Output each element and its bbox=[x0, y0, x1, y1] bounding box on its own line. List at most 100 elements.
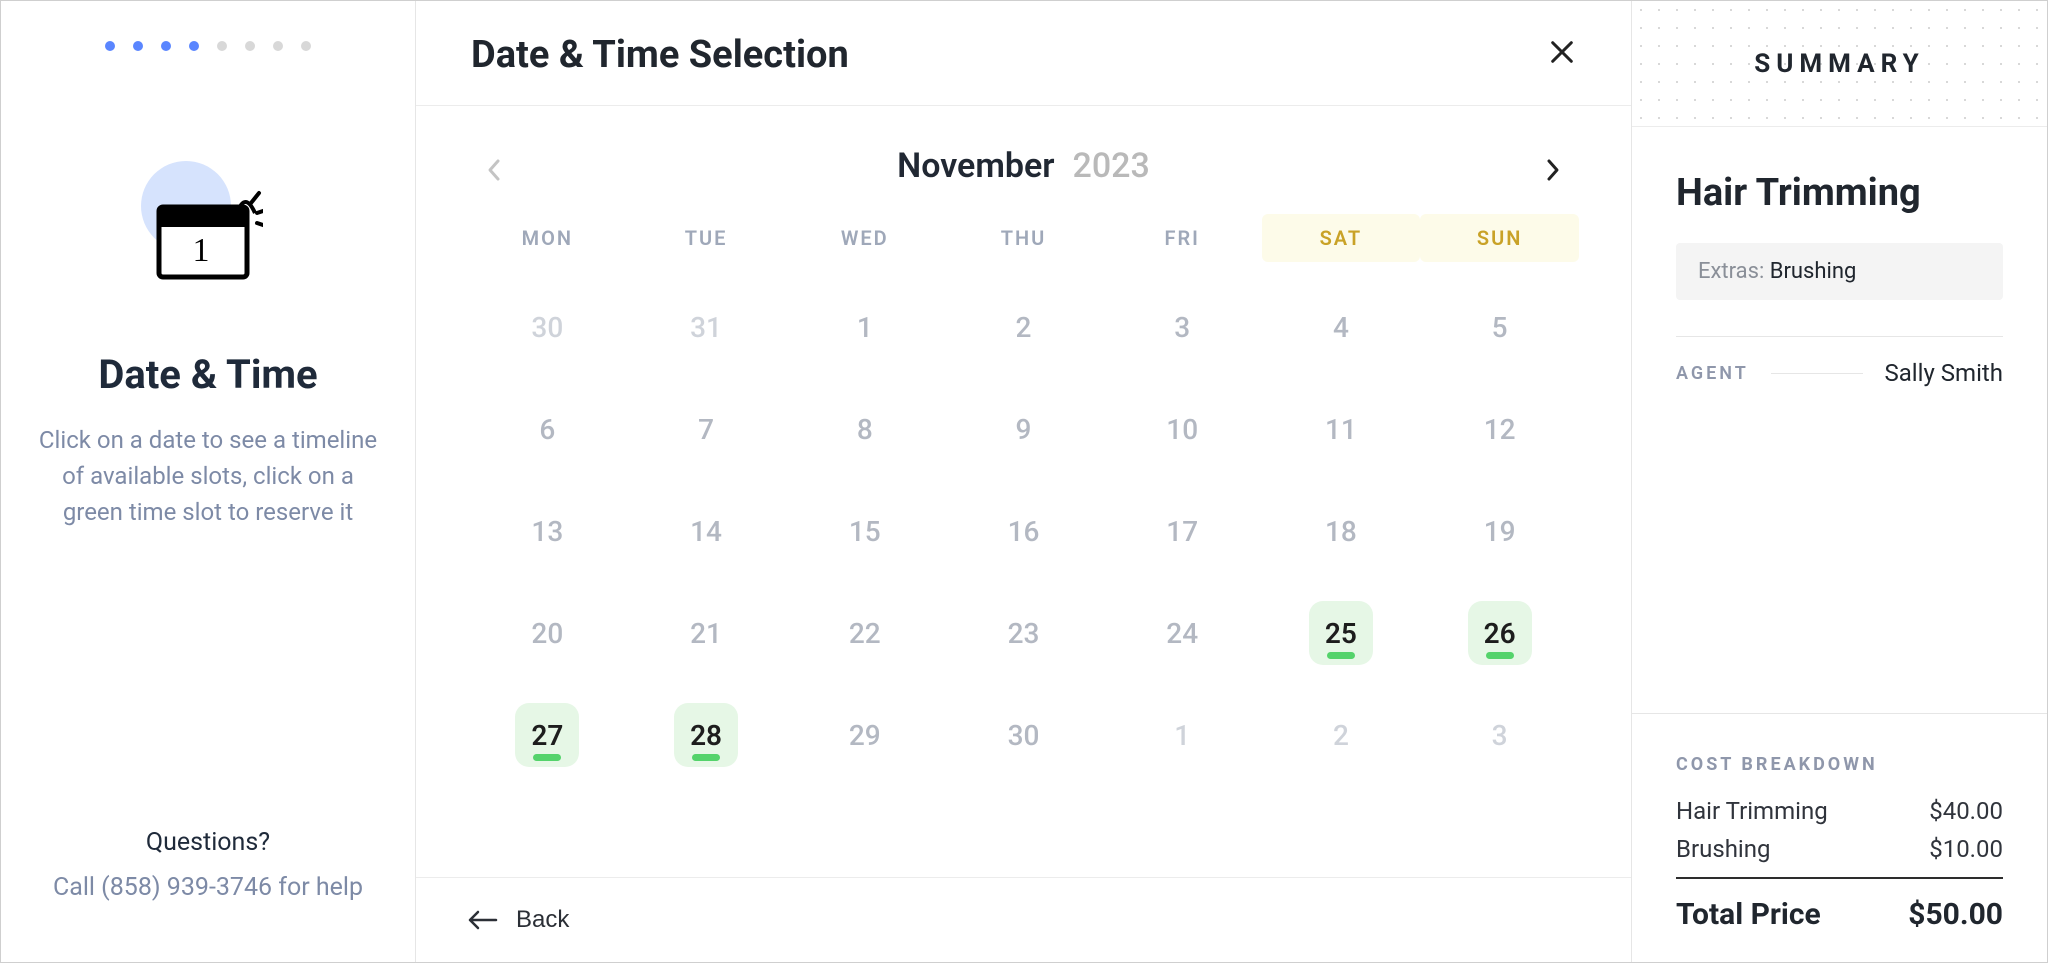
agent-row: AGENT Sally Smith bbox=[1676, 336, 2003, 387]
left-panel: 1 Date & Time Click on a date to see a t… bbox=[1, 1, 416, 962]
calendar-day[interactable]: 20 bbox=[515, 601, 579, 665]
summary-heading: SUMMARY bbox=[1632, 1, 2047, 127]
close-button[interactable] bbox=[1548, 38, 1576, 72]
calendar-day[interactable]: 4 bbox=[1309, 295, 1373, 359]
cost-row: Brushing $10.00 bbox=[1676, 835, 2003, 863]
calendar-day: 30 bbox=[515, 295, 579, 359]
year-label: 2023 bbox=[1073, 146, 1150, 186]
chevron-left-icon bbox=[486, 158, 502, 182]
weekday-label: THU bbox=[944, 214, 1103, 262]
calendar-icon: 1 bbox=[153, 189, 263, 289]
calendar-day: 2 bbox=[1309, 703, 1373, 767]
calendar-day[interactable]: 23 bbox=[991, 601, 1055, 665]
weekday-label: SAT bbox=[1262, 214, 1421, 262]
step-title: Date & Time bbox=[98, 351, 317, 398]
chevron-right-icon bbox=[1545, 158, 1561, 182]
step-indicator bbox=[105, 41, 311, 51]
weekday-label: SUN bbox=[1420, 214, 1579, 262]
calendar-day[interactable]: 24 bbox=[1150, 601, 1214, 665]
step-dot bbox=[301, 41, 311, 51]
page-title: Date & Time Selection bbox=[471, 33, 849, 77]
cost-item-price: $40.00 bbox=[1929, 797, 2003, 825]
calendar-day[interactable]: 17 bbox=[1150, 499, 1214, 563]
calendar-day-available[interactable]: 28 bbox=[674, 703, 738, 767]
step-dot bbox=[133, 41, 143, 51]
summary-body: Hair Trimming Extras: Brushing AGENT Sal… bbox=[1632, 127, 2047, 713]
calendar-day[interactable]: 13 bbox=[515, 499, 579, 563]
total-row: Total Price $50.00 bbox=[1676, 877, 2003, 932]
step-dot bbox=[217, 41, 227, 51]
step-dot bbox=[189, 41, 199, 51]
weekday-label: FRI bbox=[1103, 214, 1262, 262]
cost-item-price: $10.00 bbox=[1929, 835, 2003, 863]
calendar-day[interactable]: 19 bbox=[1468, 499, 1532, 563]
step-dot bbox=[245, 41, 255, 51]
calendar-day: 3 bbox=[1468, 703, 1532, 767]
calendar: November 2023 MONTUEWEDTHUFRISATSUN 3031… bbox=[416, 106, 1631, 877]
summary-panel: SUMMARY Hair Trimming Extras: Brushing A… bbox=[1632, 1, 2047, 962]
help-block: Questions? Call (858) 939-3746 for help bbox=[53, 828, 363, 922]
agent-name: Sally Smith bbox=[1885, 359, 2004, 387]
calendar-day[interactable]: 18 bbox=[1309, 499, 1373, 563]
cost-item-name: Brushing bbox=[1676, 835, 1771, 863]
arrow-left-icon bbox=[468, 910, 498, 930]
calendar-day: 31 bbox=[674, 295, 738, 359]
back-label: Back bbox=[516, 906, 569, 934]
prev-month-button[interactable] bbox=[474, 150, 514, 190]
service-title: Hair Trimming bbox=[1676, 171, 2003, 215]
day-grid: 3031123456789101112131415161718192021222… bbox=[468, 276, 1579, 786]
center-footer: Back bbox=[416, 877, 1631, 962]
total-label: Total Price bbox=[1676, 897, 1821, 932]
calendar-day[interactable]: 5 bbox=[1468, 295, 1532, 359]
help-phone: Call (858) 939-3746 for help bbox=[53, 873, 363, 902]
weekday-label: TUE bbox=[627, 214, 786, 262]
svg-text:1: 1 bbox=[193, 232, 210, 269]
calendar-day[interactable]: 12 bbox=[1468, 397, 1532, 461]
cost-item-name: Hair Trimming bbox=[1676, 797, 1828, 825]
weekday-label: MON bbox=[468, 214, 627, 262]
step-dot bbox=[161, 41, 171, 51]
step-dot bbox=[273, 41, 283, 51]
cost-heading: COST BREAKDOWN bbox=[1676, 754, 2003, 775]
calendar-day[interactable]: 29 bbox=[833, 703, 897, 767]
step-dot bbox=[105, 41, 115, 51]
questions-label: Questions? bbox=[53, 828, 363, 857]
calendar-day[interactable]: 21 bbox=[674, 601, 738, 665]
calendar-day[interactable]: 16 bbox=[991, 499, 1055, 563]
calendar-day-available[interactable]: 25 bbox=[1309, 601, 1373, 665]
center-panel: Date & Time Selection November 2023 MONT… bbox=[416, 1, 1632, 962]
cost-row: Hair Trimming $40.00 bbox=[1676, 797, 2003, 825]
calendar-day[interactable]: 22 bbox=[833, 601, 897, 665]
weekday-label: WED bbox=[785, 214, 944, 262]
weekday-row: MONTUEWEDTHUFRISATSUN bbox=[468, 214, 1579, 262]
calendar-day[interactable]: 3 bbox=[1150, 295, 1214, 359]
calendar-day[interactable]: 10 bbox=[1150, 397, 1214, 461]
center-header: Date & Time Selection bbox=[416, 1, 1631, 106]
extras-label: Extras: bbox=[1698, 259, 1764, 284]
calendar-day[interactable]: 1 bbox=[833, 295, 897, 359]
booking-modal: 1 Date & Time Click on a date to see a t… bbox=[0, 0, 2048, 963]
month-label: November bbox=[897, 146, 1054, 186]
calendar-day-available[interactable]: 26 bbox=[1468, 601, 1532, 665]
agent-label: AGENT bbox=[1676, 363, 1749, 384]
calendar-day[interactable]: 9 bbox=[991, 397, 1055, 461]
total-value: $50.00 bbox=[1908, 897, 2003, 932]
calendar-day[interactable]: 2 bbox=[991, 295, 1055, 359]
calendar-day-available[interactable]: 27 bbox=[515, 703, 579, 767]
calendar-day[interactable]: 11 bbox=[1309, 397, 1373, 461]
calendar-day[interactable]: 15 bbox=[833, 499, 897, 563]
next-month-button[interactable] bbox=[1533, 150, 1573, 190]
extras-box: Extras: Brushing bbox=[1676, 243, 2003, 300]
cost-breakdown: COST BREAKDOWN Hair Trimming $40.00 Brushi… bbox=[1632, 713, 2047, 962]
extras-value: Brushing bbox=[1770, 259, 1857, 284]
step-desc: Click on a date to see a timeline of ava… bbox=[38, 422, 378, 530]
calendar-day: 1 bbox=[1150, 703, 1214, 767]
calendar-day[interactable]: 7 bbox=[674, 397, 738, 461]
calendar-day[interactable]: 30 bbox=[991, 703, 1055, 767]
back-button[interactable]: Back bbox=[468, 906, 569, 934]
calendar-illustration: 1 bbox=[123, 161, 293, 311]
close-icon bbox=[1548, 38, 1576, 66]
calendar-day[interactable]: 6 bbox=[515, 397, 579, 461]
calendar-day[interactable]: 14 bbox=[674, 499, 738, 563]
calendar-day[interactable]: 8 bbox=[833, 397, 897, 461]
